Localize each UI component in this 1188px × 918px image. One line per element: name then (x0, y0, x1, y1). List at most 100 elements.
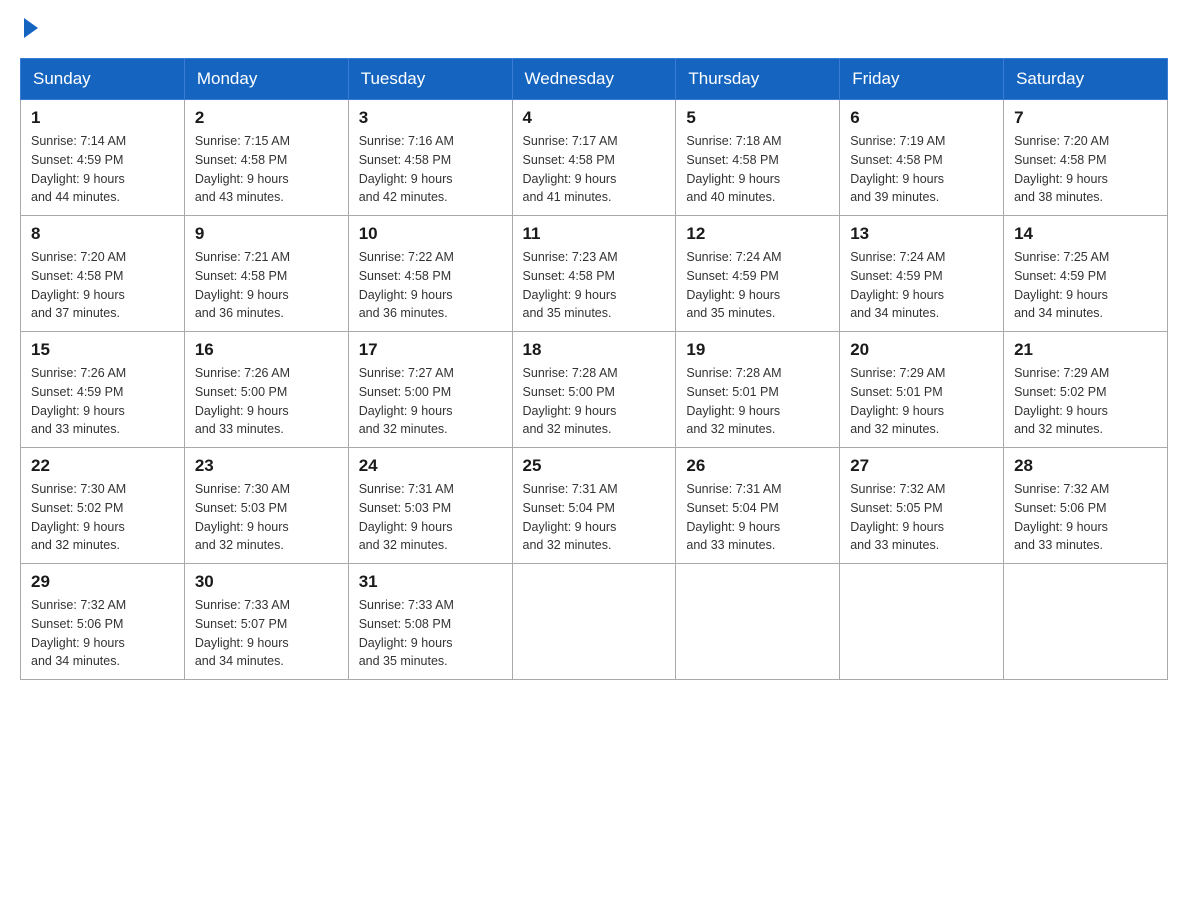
daylight-minutes: and 33 minutes. (686, 538, 775, 552)
calendar-cell: 7 Sunrise: 7:20 AM Sunset: 4:58 PM Dayli… (1004, 100, 1168, 216)
calendar-cell: 16 Sunrise: 7:26 AM Sunset: 5:00 PM Dayl… (184, 332, 348, 448)
sunset-label: Sunset: 5:04 PM (686, 501, 778, 515)
day-info: Sunrise: 7:33 AM Sunset: 5:08 PM Dayligh… (359, 596, 502, 671)
calendar-week-4: 22 Sunrise: 7:30 AM Sunset: 5:02 PM Dayl… (21, 448, 1168, 564)
daylight-label: Daylight: 9 hours (850, 288, 944, 302)
sunrise-label: Sunrise: 7:18 AM (686, 134, 781, 148)
day-number: 31 (359, 572, 502, 592)
calendar-cell: 6 Sunrise: 7:19 AM Sunset: 4:58 PM Dayli… (840, 100, 1004, 216)
day-number: 24 (359, 456, 502, 476)
weekday-header-thursday: Thursday (676, 59, 840, 100)
day-info: Sunrise: 7:27 AM Sunset: 5:00 PM Dayligh… (359, 364, 502, 439)
day-number: 29 (31, 572, 174, 592)
calendar-cell: 8 Sunrise: 7:20 AM Sunset: 4:58 PM Dayli… (21, 216, 185, 332)
day-number: 20 (850, 340, 993, 360)
sunset-label: Sunset: 5:02 PM (31, 501, 123, 515)
day-info: Sunrise: 7:23 AM Sunset: 4:58 PM Dayligh… (523, 248, 666, 323)
logo-triangle-icon (24, 18, 38, 38)
day-info: Sunrise: 7:28 AM Sunset: 5:01 PM Dayligh… (686, 364, 829, 439)
calendar-cell: 19 Sunrise: 7:28 AM Sunset: 5:01 PM Dayl… (676, 332, 840, 448)
sunset-label: Sunset: 5:08 PM (359, 617, 451, 631)
daylight-label: Daylight: 9 hours (523, 172, 617, 186)
day-number: 25 (523, 456, 666, 476)
calendar-cell: 3 Sunrise: 7:16 AM Sunset: 4:58 PM Dayli… (348, 100, 512, 216)
daylight-label: Daylight: 9 hours (850, 520, 944, 534)
sunset-label: Sunset: 4:58 PM (1014, 153, 1106, 167)
sunset-label: Sunset: 4:59 PM (850, 269, 942, 283)
sunrise-label: Sunrise: 7:32 AM (31, 598, 126, 612)
daylight-label: Daylight: 9 hours (1014, 520, 1108, 534)
sunrise-label: Sunrise: 7:31 AM (359, 482, 454, 496)
calendar-cell: 22 Sunrise: 7:30 AM Sunset: 5:02 PM Dayl… (21, 448, 185, 564)
sunrise-label: Sunrise: 7:19 AM (850, 134, 945, 148)
day-number: 7 (1014, 108, 1157, 128)
day-number: 30 (195, 572, 338, 592)
daylight-minutes: and 34 minutes. (850, 306, 939, 320)
calendar-cell (512, 564, 676, 680)
sunrise-label: Sunrise: 7:24 AM (850, 250, 945, 264)
day-number: 21 (1014, 340, 1157, 360)
day-number: 18 (523, 340, 666, 360)
daylight-minutes: and 32 minutes. (195, 538, 284, 552)
daylight-minutes: and 35 minutes. (359, 654, 448, 668)
day-number: 4 (523, 108, 666, 128)
sunrise-label: Sunrise: 7:29 AM (850, 366, 945, 380)
daylight-minutes: and 33 minutes. (31, 422, 120, 436)
sunrise-label: Sunrise: 7:33 AM (359, 598, 454, 612)
day-number: 17 (359, 340, 502, 360)
calendar-cell: 15 Sunrise: 7:26 AM Sunset: 4:59 PM Dayl… (21, 332, 185, 448)
daylight-minutes: and 35 minutes. (523, 306, 612, 320)
daylight-label: Daylight: 9 hours (31, 520, 125, 534)
calendar-cell (676, 564, 840, 680)
day-number: 22 (31, 456, 174, 476)
daylight-minutes: and 32 minutes. (850, 422, 939, 436)
calendar-cell: 14 Sunrise: 7:25 AM Sunset: 4:59 PM Dayl… (1004, 216, 1168, 332)
day-info: Sunrise: 7:33 AM Sunset: 5:07 PM Dayligh… (195, 596, 338, 671)
calendar-week-3: 15 Sunrise: 7:26 AM Sunset: 4:59 PM Dayl… (21, 332, 1168, 448)
day-info: Sunrise: 7:29 AM Sunset: 5:02 PM Dayligh… (1014, 364, 1157, 439)
sunrise-label: Sunrise: 7:32 AM (850, 482, 945, 496)
day-number: 9 (195, 224, 338, 244)
sunrise-label: Sunrise: 7:16 AM (359, 134, 454, 148)
day-info: Sunrise: 7:31 AM Sunset: 5:04 PM Dayligh… (686, 480, 829, 555)
sunset-label: Sunset: 4:58 PM (686, 153, 778, 167)
sunrise-label: Sunrise: 7:20 AM (31, 250, 126, 264)
daylight-label: Daylight: 9 hours (31, 404, 125, 418)
daylight-label: Daylight: 9 hours (523, 404, 617, 418)
daylight-label: Daylight: 9 hours (195, 636, 289, 650)
sunset-label: Sunset: 4:58 PM (523, 269, 615, 283)
daylight-label: Daylight: 9 hours (1014, 288, 1108, 302)
day-number: 8 (31, 224, 174, 244)
calendar-cell: 11 Sunrise: 7:23 AM Sunset: 4:58 PM Dayl… (512, 216, 676, 332)
day-number: 3 (359, 108, 502, 128)
calendar-cell: 23 Sunrise: 7:30 AM Sunset: 5:03 PM Dayl… (184, 448, 348, 564)
calendar-cell: 29 Sunrise: 7:32 AM Sunset: 5:06 PM Dayl… (21, 564, 185, 680)
sunset-label: Sunset: 5:06 PM (31, 617, 123, 631)
sunrise-label: Sunrise: 7:29 AM (1014, 366, 1109, 380)
day-info: Sunrise: 7:29 AM Sunset: 5:01 PM Dayligh… (850, 364, 993, 439)
sunrise-label: Sunrise: 7:32 AM (1014, 482, 1109, 496)
weekday-header-monday: Monday (184, 59, 348, 100)
daylight-minutes: and 36 minutes. (359, 306, 448, 320)
calendar-cell: 1 Sunrise: 7:14 AM Sunset: 4:59 PM Dayli… (21, 100, 185, 216)
day-info: Sunrise: 7:19 AM Sunset: 4:58 PM Dayligh… (850, 132, 993, 207)
calendar-cell (1004, 564, 1168, 680)
sunrise-label: Sunrise: 7:31 AM (523, 482, 618, 496)
day-number: 26 (686, 456, 829, 476)
day-info: Sunrise: 7:30 AM Sunset: 5:03 PM Dayligh… (195, 480, 338, 555)
calendar-cell: 13 Sunrise: 7:24 AM Sunset: 4:59 PM Dayl… (840, 216, 1004, 332)
sunrise-label: Sunrise: 7:33 AM (195, 598, 290, 612)
daylight-label: Daylight: 9 hours (850, 404, 944, 418)
calendar-cell: 18 Sunrise: 7:28 AM Sunset: 5:00 PM Dayl… (512, 332, 676, 448)
daylight-label: Daylight: 9 hours (850, 172, 944, 186)
sunset-label: Sunset: 5:01 PM (850, 385, 942, 399)
daylight-minutes: and 33 minutes. (1014, 538, 1103, 552)
calendar-cell: 12 Sunrise: 7:24 AM Sunset: 4:59 PM Dayl… (676, 216, 840, 332)
sunrise-label: Sunrise: 7:30 AM (195, 482, 290, 496)
day-number: 28 (1014, 456, 1157, 476)
day-info: Sunrise: 7:22 AM Sunset: 4:58 PM Dayligh… (359, 248, 502, 323)
weekday-header-wednesday: Wednesday (512, 59, 676, 100)
weekday-header-friday: Friday (840, 59, 1004, 100)
day-number: 11 (523, 224, 666, 244)
sunset-label: Sunset: 5:07 PM (195, 617, 287, 631)
